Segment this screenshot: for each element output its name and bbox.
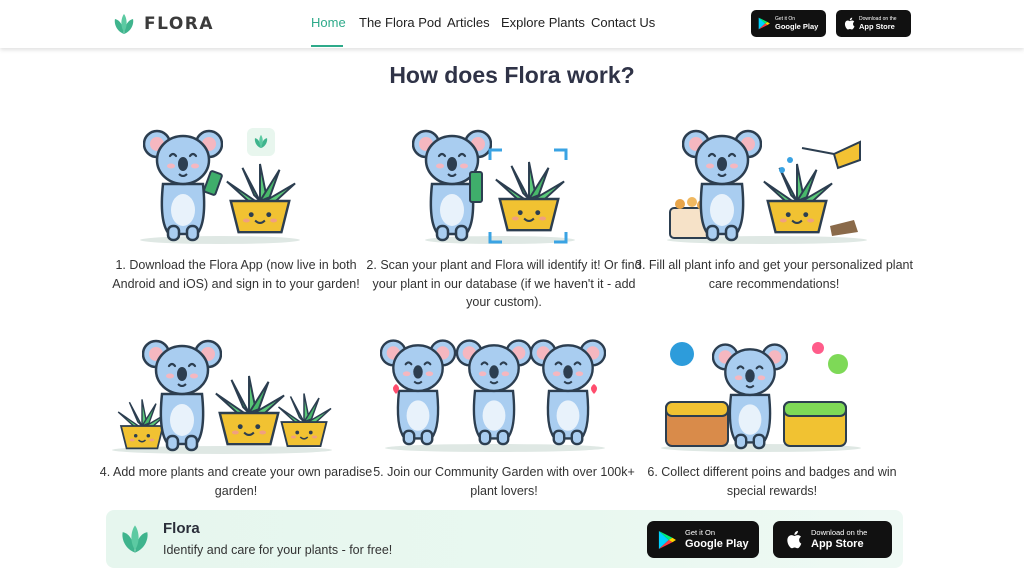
download-banner: Flora Identify and care for your plants … bbox=[106, 510, 903, 568]
banner-title: Flora bbox=[163, 520, 200, 537]
site-header: FLORA Home The Flora Pod Articles Explor… bbox=[0, 0, 1024, 48]
flora-leaf-icon bbox=[118, 524, 152, 554]
apple-icon bbox=[843, 16, 855, 32]
koala-treasure-illustration bbox=[661, 342, 861, 452]
active-nav-indicator bbox=[311, 45, 343, 47]
step-1-text: 1. Download the Flora App (now live in b… bbox=[112, 258, 360, 291]
koala-phone-illustration bbox=[140, 128, 300, 244]
banner-google-play-button[interactable]: Get it On Google Play bbox=[647, 521, 759, 558]
nav-home[interactable]: Home bbox=[311, 15, 346, 30]
google-play-icon bbox=[757, 16, 771, 32]
step-3-text: 3. Fill all plant info and get your pers… bbox=[635, 258, 913, 291]
google-play-icon bbox=[657, 529, 677, 551]
step-4-text: 4. Add more plants and create your own p… bbox=[99, 465, 373, 498]
nav-flora-pod[interactable]: The Flora Pod bbox=[359, 15, 441, 30]
step-6-text: 6. Collect different poins and badges an… bbox=[647, 465, 897, 498]
banner-subtitle: Identify and care for your plants - for … bbox=[163, 543, 393, 557]
section-title: How does Flora work? bbox=[389, 62, 635, 88]
community-koalas-illustration bbox=[380, 339, 606, 452]
header-google-play-button[interactable]: Get it On Google Play bbox=[751, 10, 826, 37]
nav-articles[interactable]: Articles bbox=[447, 15, 490, 30]
nav-contact-us[interactable]: Contact Us bbox=[591, 15, 655, 30]
koala-scan-illustration bbox=[412, 129, 575, 244]
step-5-text: 5. Join our Community Garden with over 1… bbox=[373, 465, 635, 498]
koala-watering-illustration bbox=[667, 129, 867, 244]
koala-many-plants-illustration bbox=[106, 332, 338, 456]
header-app-store-button[interactable]: Download on the App Store bbox=[836, 10, 911, 37]
nav-explore-plants[interactable]: Explore Plants bbox=[501, 15, 585, 30]
apple-icon bbox=[785, 529, 803, 551]
banner-app-store-button[interactable]: Download on the App Store bbox=[773, 521, 892, 558]
step-2-text: 2. Scan your plant and Flora will identi… bbox=[366, 258, 642, 309]
